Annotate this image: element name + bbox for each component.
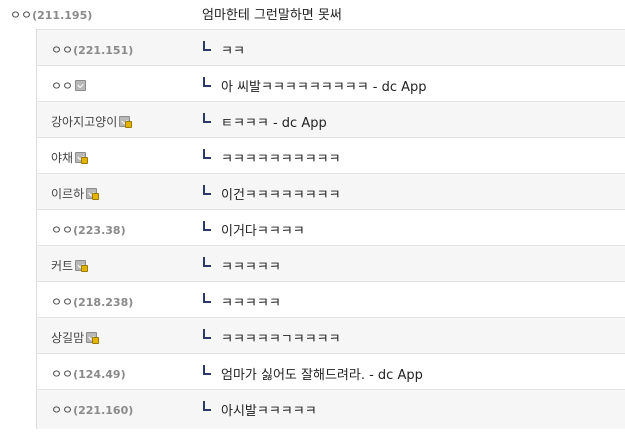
gallog-lock-icon[interactable] <box>75 260 89 272</box>
ip-address: (124.49) <box>73 368 126 381</box>
reply-author[interactable]: ㅇㅇ <box>51 77 87 94</box>
nickname[interactable]: 강아지고양이 <box>51 115 117 129</box>
reply-row: ㅇㅇ(218.238) ㅋㅋㅋㅋㅋ <box>37 281 625 317</box>
nickname[interactable]: ㅇㅇ <box>51 403 73 417</box>
nickname[interactable]: 커트 <box>51 259 73 273</box>
comment-text: 엄마한테 그런말하면 못써 <box>202 8 342 23</box>
reply-arrow-icon <box>203 257 211 267</box>
reply-arrow-icon <box>203 401 211 411</box>
reply-row: ㅇㅇ(124.49) 엄마가 싫어도 잘해드려라. - dc App <box>37 353 625 389</box>
nickname[interactable]: 상길맘 <box>51 331 84 345</box>
gallog-lock-icon[interactable] <box>86 188 100 200</box>
reply-arrow-icon <box>203 365 211 375</box>
reply-author[interactable]: 커트 <box>51 257 89 274</box>
reply-author[interactable]: 이르하 <box>51 185 100 202</box>
reply-text: ㅋㅋㅋㅋㅋㄱㅋㅋㅋㅋ <box>221 332 341 347</box>
reply-arrow-icon <box>203 329 211 339</box>
reply-text: 아시발ㅋㅋㅋㅋㅋ <box>221 404 317 419</box>
reply-arrow-icon <box>203 221 211 231</box>
reply-row: 커트 ㅋㅋㅋㅋㅋ <box>37 245 625 281</box>
reply-author[interactable]: ㅇㅇ(221.151) <box>51 41 133 58</box>
fixed-nick-icon[interactable] <box>75 80 87 91</box>
reply-author[interactable]: 강아지고양이 <box>51 113 133 130</box>
reply-text: 이건ㅋㅋㅋㅋㅋㅋㅋㅋ <box>221 188 341 203</box>
reply-row: 야채 ㅋㅋㅋㅋㅋㅋㅋㅋㅋㅋ <box>37 137 625 173</box>
reply-text: 엄마가 싫어도 잘해드려라. - dc App <box>221 368 423 383</box>
parent-comment: ㅇㅇ(211.195) 엄마한테 그런말하면 못써 <box>0 0 625 29</box>
reply-author[interactable]: ㅇㅇ(223.38) <box>51 221 126 238</box>
reply-arrow-icon <box>203 293 211 303</box>
gallog-lock-icon[interactable] <box>119 116 133 128</box>
reply-row: ㅇㅇ(221.151) ㅋㅋ <box>37 29 625 65</box>
lock-icon <box>92 337 100 344</box>
reply-text: ㅋㅋㅋㅋㅋㅋㅋㅋㅋㅋ <box>221 152 341 167</box>
nickname[interactable]: ㅇㅇ <box>51 223 73 237</box>
reply-row: 상길맘 ㅋㅋㅋㅋㅋㄱㅋㅋㅋㅋ <box>37 317 625 353</box>
lock-icon <box>125 121 133 128</box>
nickname[interactable]: ㅇㅇ <box>51 295 73 309</box>
reply-author[interactable]: ㅇㅇ(218.238) <box>51 293 133 310</box>
ip-address: (223.38) <box>73 224 126 237</box>
reply-author[interactable]: 상길맘 <box>51 329 100 346</box>
lock-icon <box>81 157 89 164</box>
ip-address: (211.195) <box>32 9 93 22</box>
reply-row: ㅇㅇ(221.160) 아시발ㅋㅋㅋㅋㅋ <box>37 389 625 429</box>
gallog-lock-icon[interactable] <box>86 332 100 344</box>
nickname[interactable]: ㅇㅇ <box>51 367 73 381</box>
nickname[interactable]: 야채 <box>51 151 73 165</box>
lock-icon <box>92 193 100 200</box>
reply-text: 이거다ㅋㅋㅋㅋ <box>221 224 305 239</box>
reply-row: 강아지고양이 ㅌㅋㅋㅋ - dc App <box>37 101 625 137</box>
comment-author[interactable]: ㅇㅇ(211.195) <box>10 6 92 23</box>
lock-icon <box>81 265 89 272</box>
reply-author[interactable]: ㅇㅇ(221.160) <box>51 401 133 418</box>
reply-list: ㅇㅇ(221.151) ㅋㅋ ㅇㅇ 아 씨발ㅋㅋㅋㅋㅋㅋㅋㅋㅋ - dc App 강아지… <box>36 29 625 429</box>
reply-row: ㅇㅇ 아 씨발ㅋㅋㅋㅋㅋㅋㅋㅋㅋ - dc App <box>37 65 625 101</box>
reply-arrow-icon <box>203 41 211 51</box>
reply-author[interactable]: 야채 <box>51 149 89 166</box>
reply-text: ㅋㅋㅋㅋㅋ <box>221 296 281 311</box>
reply-text: ㅋㅋㅋㅋㅋ <box>221 260 281 275</box>
nickname[interactable]: ㅇㅇ <box>51 43 73 57</box>
reply-arrow-icon <box>203 185 211 195</box>
reply-text: ㅋㅋ <box>221 44 245 59</box>
reply-text: 아 씨발ㅋㅋㅋㅋㅋㅋㅋㅋㅋ - dc App <box>221 80 427 95</box>
reply-arrow-icon <box>203 113 211 123</box>
reply-arrow-icon <box>203 149 211 159</box>
nickname[interactable]: ㅇㅇ <box>51 79 73 93</box>
ip-address: (221.160) <box>73 404 134 417</box>
reply-author[interactable]: ㅇㅇ(124.49) <box>51 365 126 382</box>
ip-address: (218.238) <box>73 296 134 309</box>
reply-text: ㅌㅋㅋㅋ - dc App <box>221 116 327 131</box>
reply-arrow-icon <box>203 77 211 87</box>
badge-box <box>75 80 87 91</box>
nickname[interactable]: ㅇㅇ <box>10 8 32 22</box>
nickname[interactable]: 이르하 <box>51 187 84 201</box>
ip-address: (221.151) <box>73 44 134 57</box>
gallog-lock-icon[interactable] <box>75 152 89 164</box>
reply-row: ㅇㅇ(223.38) 이거다ㅋㅋㅋㅋ <box>37 209 625 245</box>
reply-row: 이르하 이건ㅋㅋㅋㅋㅋㅋㅋㅋ <box>37 173 625 209</box>
